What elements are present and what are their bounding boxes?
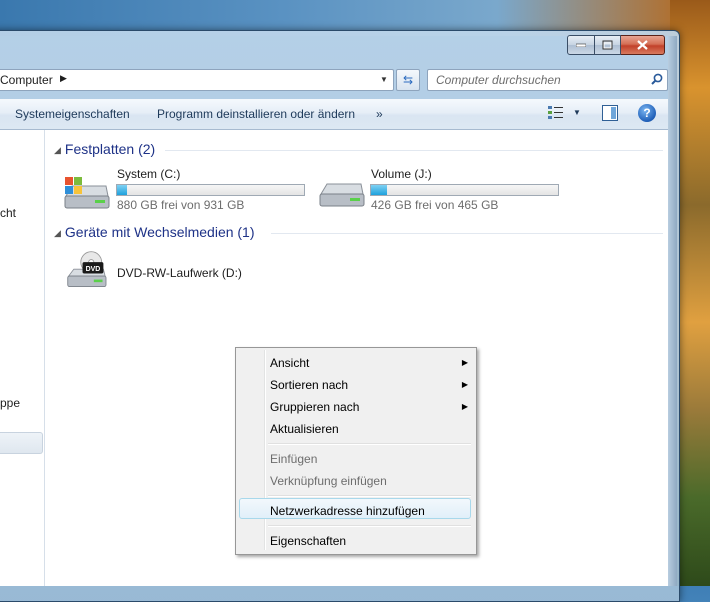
dvd-drive-icon[interactable]: DVD <box>62 250 110 290</box>
menu-item-sortieren-nach[interactable]: Sortieren nach <box>270 378 348 392</box>
menu-item-aktualisieren[interactable]: Aktualisieren <box>270 422 339 436</box>
breadcrumb-computer[interactable]: Computer <box>0 73 53 87</box>
close-icon <box>637 40 648 50</box>
change-view-icon[interactable] <box>548 106 564 120</box>
nav-item-partial-1[interactable]: cht <box>0 206 16 220</box>
maximize-icon <box>602 40 613 50</box>
minimize-button[interactable] <box>567 35 595 55</box>
close-button[interactable] <box>621 35 665 55</box>
breadcrumb-arrow-icon[interactable]: ▶ <box>60 73 67 84</box>
navigation-pane: cht ppe <box>0 130 45 586</box>
collapse-triangle-icon[interactable]: ◢ <box>54 228 61 238</box>
menu-separator <box>268 495 471 497</box>
context-menu: Ansicht ▶ Sortieren nach ▶ Gruppieren na… <box>235 347 477 555</box>
menu-item-gruppieren-nach[interactable]: Gruppieren nach <box>270 400 359 414</box>
uninstall-program-button[interactable]: Programm deinstallieren oder ändern <box>157 107 355 121</box>
preview-pane-icon[interactable] <box>602 105 618 121</box>
group-divider <box>165 150 663 151</box>
drive-label-j[interactable]: Volume (J:) <box>371 167 432 181</box>
drive-label-c[interactable]: System (C:) <box>117 167 180 181</box>
drive-usage-bar-c <box>116 184 305 196</box>
minimize-icon <box>576 43 586 47</box>
drive-label-d[interactable]: DVD-RW-Laufwerk (D:) <box>117 266 242 280</box>
group-header-hard-disks[interactable]: ◢ Festplatten (2) <box>54 141 155 157</box>
view-options-dropdown-icon[interactable]: ▼ <box>573 108 581 117</box>
group-divider <box>271 233 663 234</box>
drive-usage-fill-c <box>117 185 128 195</box>
search-icon <box>651 73 663 88</box>
refresh-button[interactable]: ⇆ <box>396 69 420 91</box>
drive-usage-fill-j <box>371 185 387 195</box>
menu-item-verknuepfung-einfuegen[interactable]: Verknüpfung einfügen <box>270 474 387 488</box>
hard-drive-icon[interactable] <box>317 174 365 214</box>
menu-item-einfuegen[interactable]: Einfügen <box>270 452 317 466</box>
hard-drive-windows-icon[interactable] <box>62 174 110 214</box>
drive-usage-bar-j <box>370 184 559 196</box>
menu-item-netzwerkadresse-hinzufuegen[interactable]: Netzwerkadresse hinzufügen <box>270 504 425 518</box>
window-right-border <box>668 36 677 586</box>
nav-item-partial-2[interactable]: ppe <box>0 396 20 410</box>
more-commands-button[interactable]: » <box>376 107 383 121</box>
group-title-removable: Geräte mit Wechselmedien (1) <box>64 224 255 240</box>
address-history-dropdown-icon[interactable]: ▼ <box>380 75 388 84</box>
group-header-removable[interactable]: ◢ Geräte mit Wechselmedien (1) <box>54 224 255 240</box>
drive-free-space-c: 880 GB frei von 931 GB <box>117 198 245 212</box>
maximize-button[interactable] <box>595 35 621 55</box>
help-icon[interactable]: ? <box>638 104 656 122</box>
search-input[interactable]: Computer durchsuchen <box>427 69 668 91</box>
command-toolbar: Systemeigenschaften Programm deinstallie… <box>0 99 668 130</box>
refresh-icon: ⇆ <box>402 73 414 87</box>
submenu-arrow-icon: ▶ <box>461 380 468 389</box>
group-title-hard-disks: Festplatten (2) <box>64 141 156 157</box>
menu-separator <box>268 525 471 527</box>
system-properties-button[interactable]: Systemeigenschaften <box>15 107 130 121</box>
collapse-triangle-icon[interactable]: ◢ <box>54 145 61 155</box>
submenu-arrow-icon: ▶ <box>461 402 468 411</box>
submenu-arrow-icon: ▶ <box>461 358 468 367</box>
nav-selected-item[interactable] <box>0 432 43 454</box>
menu-item-ansicht[interactable]: Ansicht <box>270 356 309 370</box>
menu-item-eigenschaften[interactable]: Eigenschaften <box>270 534 346 548</box>
dvd-badge-text: DVD <box>86 266 101 273</box>
search-placeholder: Computer durchsuchen <box>436 73 561 87</box>
window-caption-buttons <box>567 35 665 55</box>
address-bar[interactable]: Computer ▶ ▼ <box>0 69 394 91</box>
menu-separator <box>268 443 471 445</box>
drive-free-space-j: 426 GB frei von 465 GB <box>371 198 499 212</box>
